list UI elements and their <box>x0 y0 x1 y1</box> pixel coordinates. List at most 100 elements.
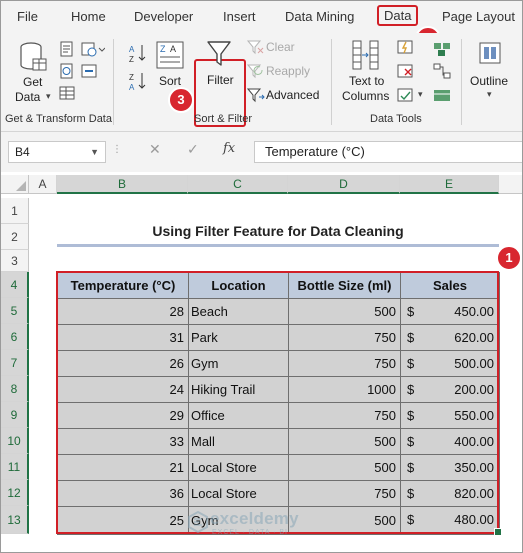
remove-duplicates-icon[interactable] <box>397 63 415 79</box>
cell-temperature[interactable]: 26 <box>57 350 189 377</box>
advanced-filter-icon[interactable] <box>247 87 265 103</box>
sort-az-icon[interactable]: AZ <box>128 43 148 63</box>
cell-bottle-size[interactable]: 500 <box>288 428 401 455</box>
cell-location[interactable]: Local Store <box>188 454 289 481</box>
cell-bottle-size[interactable]: 750 <box>288 350 401 377</box>
cell-sales[interactable]: $500.00 <box>400 350 500 377</box>
column-header-d[interactable]: D <box>288 175 400 194</box>
data-validation-icon[interactable] <box>397 87 415 103</box>
cell-bottle-size[interactable]: 750 <box>288 480 401 507</box>
cell-location[interactable]: Beach <box>188 298 289 325</box>
clear-filter-label[interactable]: Clear <box>266 40 295 54</box>
tab-data[interactable]: Data <box>377 5 419 26</box>
select-all-corner[interactable] <box>1 175 29 194</box>
chevron-down-icon[interactable]: ▾ <box>487 89 492 100</box>
enter-icon[interactable]: ✓ <box>187 141 199 158</box>
tab-insert[interactable]: Insert <box>223 9 256 24</box>
tab-data-mining[interactable]: Data Mining <box>285 9 354 24</box>
outline-label[interactable]: Outline <box>470 74 508 88</box>
cell-sales[interactable]: $200.00 <box>400 376 500 403</box>
cell-sales[interactable]: $820.00 <box>400 480 500 507</box>
text-to-columns-label-1[interactable]: Text to <box>349 74 384 88</box>
column-header-f[interactable] <box>499 175 522 194</box>
existing-connections-icon[interactable] <box>81 63 97 79</box>
cell-bottle-size[interactable]: 500 <box>288 454 401 481</box>
row-header[interactable]: 5 <box>1 298 29 324</box>
cell-sales[interactable]: $450.00 <box>400 298 500 325</box>
row-header[interactable]: 3 <box>1 250 29 272</box>
chevron-down-icon[interactable]: ▾ <box>418 89 423 100</box>
header-bottle-size[interactable]: Bottle Size (ml) <box>288 272 401 299</box>
filter-button-label[interactable]: Filter <box>207 73 234 87</box>
fx-icon[interactable]: fx <box>223 141 235 156</box>
name-box[interactable]: B4 ▼ <box>8 141 106 163</box>
cell-sales[interactable]: $620.00 <box>400 324 500 351</box>
cell-location[interactable]: Mall <box>188 428 289 455</box>
data-model-icon[interactable] <box>433 87 451 103</box>
formula-input[interactable]: Temperature (°C) <box>254 141 522 163</box>
reapply-label[interactable]: Reapply <box>266 64 310 78</box>
filter-funnel-icon[interactable] <box>206 39 232 69</box>
cell-location[interactable]: Local Store <box>188 480 289 507</box>
cell-bottle-size[interactable]: 750 <box>288 324 401 351</box>
get-data-label-1[interactable]: Get <box>23 75 42 89</box>
cell-temperature[interactable]: 29 <box>57 402 189 429</box>
cell-bottle-size[interactable]: 500 <box>288 298 401 325</box>
cell-temperature[interactable]: 24 <box>57 376 189 403</box>
outline-icon[interactable] <box>475 41 505 67</box>
chevron-down-icon[interactable]: ▼ <box>90 142 99 162</box>
cell-temperature[interactable]: 28 <box>57 298 189 325</box>
row-header[interactable]: 11 <box>1 454 29 480</box>
column-header-b[interactable]: B <box>57 175 188 194</box>
cell-temperature[interactable]: 25 <box>57 506 189 535</box>
tab-page-layout[interactable]: Page Layout <box>442 9 515 24</box>
fill-handle[interactable] <box>494 528 502 536</box>
row-header[interactable]: 1 <box>1 198 29 224</box>
header-temperature[interactable]: Temperature (°C) <box>57 272 189 299</box>
relationships-icon[interactable] <box>433 63 451 79</box>
row-header[interactable]: 7 <box>1 350 29 376</box>
cell-sales[interactable]: $550.00 <box>400 402 500 429</box>
column-header-e[interactable]: E <box>400 175 499 194</box>
sort-za-icon[interactable]: ZA <box>128 71 148 91</box>
get-data-icon[interactable] <box>19 41 47 75</box>
tab-developer[interactable]: Developer <box>134 9 193 24</box>
cell-sales[interactable]: $480.00 <box>400 506 500 535</box>
sheet-title[interactable]: Using Filter Feature for Data Cleaning <box>57 223 499 239</box>
column-header-a[interactable]: A <box>29 175 57 194</box>
recent-sources-icon[interactable] <box>81 41 105 57</box>
row-header[interactable]: 10 <box>1 428 29 454</box>
cell-sales[interactable]: $400.00 <box>400 428 500 455</box>
from-text-icon[interactable] <box>59 41 75 57</box>
cancel-icon[interactable]: ✕ <box>149 141 161 158</box>
row-header[interactable]: 9 <box>1 402 29 428</box>
cell-temperature[interactable]: 21 <box>57 454 189 481</box>
cell-bottle-size[interactable]: 1000 <box>288 376 401 403</box>
tab-home[interactable]: Home <box>71 9 106 24</box>
text-to-columns-label-2[interactable]: Columns <box>342 89 389 103</box>
row-header[interactable]: 13 <box>1 506 29 534</box>
cell-bottle-size[interactable]: 750 <box>288 402 401 429</box>
row-header[interactable]: 4 <box>1 272 29 298</box>
row-header[interactable]: 6 <box>1 324 29 350</box>
clear-filter-icon[interactable] <box>247 39 265 55</box>
consolidate-icon[interactable] <box>433 41 451 57</box>
cell-temperature[interactable]: 36 <box>57 480 189 507</box>
from-web-icon[interactable] <box>59 63 75 79</box>
cell-location[interactable]: Hiking Trail <box>188 376 289 403</box>
advanced-filter-label[interactable]: Advanced <box>266 88 319 102</box>
reapply-icon[interactable] <box>247 63 265 79</box>
cell-location[interactable]: Gym <box>188 350 289 377</box>
tab-file[interactable]: File <box>17 9 38 24</box>
sort-dialog-icon[interactable]: ZA <box>156 41 184 71</box>
sort-button-label[interactable]: Sort <box>159 74 181 88</box>
row-header[interactable]: 2 <box>1 224 29 250</box>
cell-location[interactable]: Office <box>188 402 289 429</box>
cell-temperature[interactable]: 31 <box>57 324 189 351</box>
header-location[interactable]: Location <box>188 272 289 299</box>
chevron-down-icon[interactable]: ▾ <box>46 91 51 102</box>
cell-location[interactable]: Park <box>188 324 289 351</box>
header-sales[interactable]: Sales <box>400 272 500 299</box>
flash-fill-icon[interactable] <box>397 39 415 55</box>
row-header[interactable]: 12 <box>1 480 29 506</box>
